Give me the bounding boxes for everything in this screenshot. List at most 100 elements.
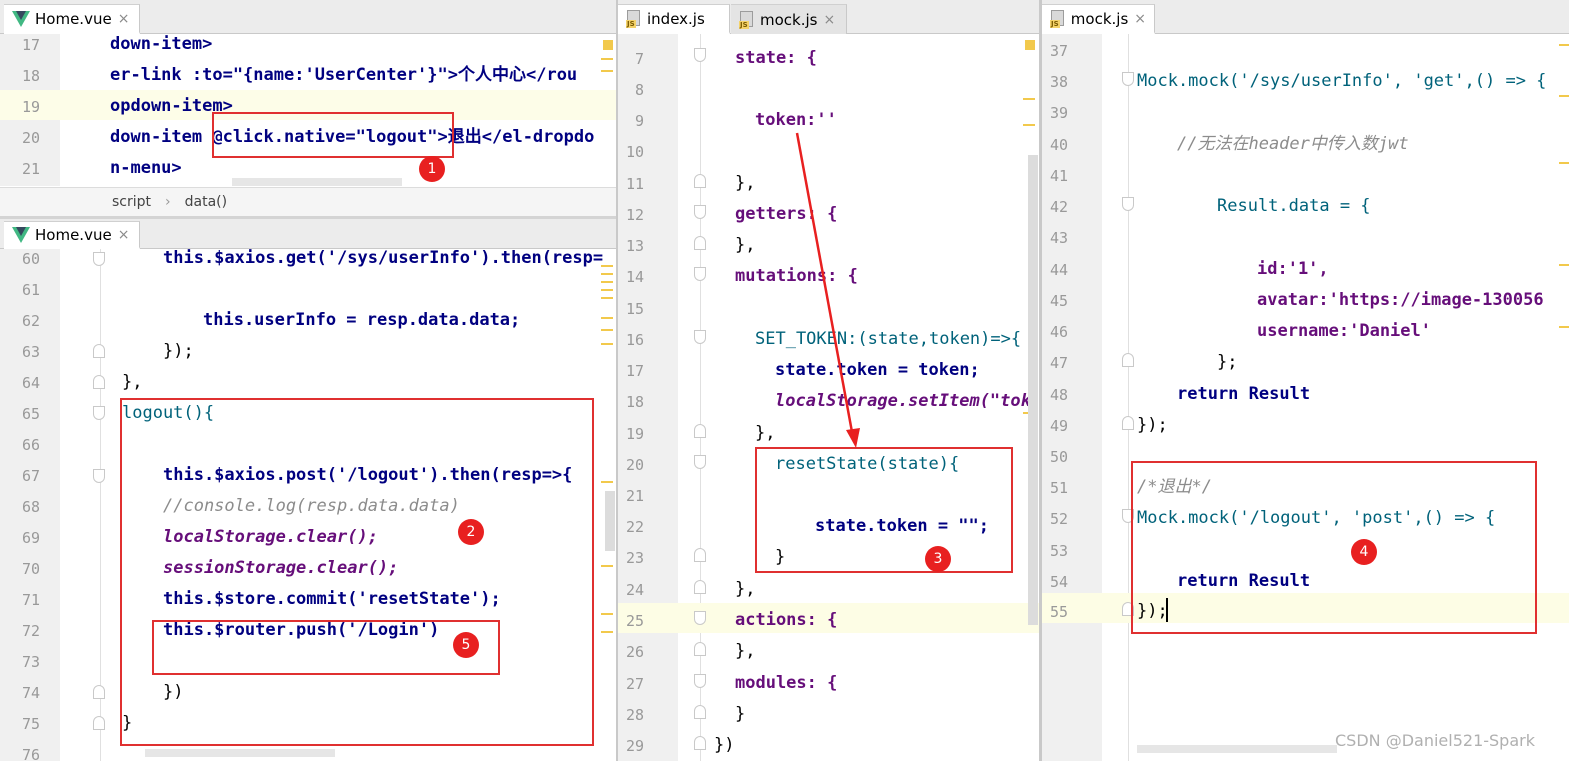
close-icon[interactable]: × bbox=[823, 12, 835, 28]
line-number: 10 bbox=[625, 143, 644, 161]
scroll-marker bbox=[1559, 264, 1569, 266]
line-number: 62 bbox=[21, 312, 40, 330]
fold-toggle-icon[interactable] bbox=[694, 736, 706, 750]
fold-toggle-icon[interactable] bbox=[694, 642, 706, 656]
line-number: 74 bbox=[21, 684, 40, 702]
scroll-marker bbox=[1023, 124, 1035, 126]
tab-bar: Home.vue × bbox=[0, 0, 617, 34]
line-number: 39 bbox=[1049, 104, 1068, 122]
line-number: 64 bbox=[21, 374, 40, 392]
tab-label: Home.vue bbox=[35, 225, 112, 244]
fold-toggle-icon[interactable] bbox=[93, 406, 105, 420]
fold-toggle-icon[interactable] bbox=[93, 252, 105, 266]
fold-toggle-icon[interactable] bbox=[694, 674, 706, 688]
fold-gutter-line bbox=[1128, 34, 1129, 761]
code-line: }) bbox=[714, 735, 735, 755]
horizontal-scrollbar[interactable] bbox=[145, 749, 335, 757]
fold-toggle-icon[interactable] bbox=[694, 455, 706, 469]
code-line: }, bbox=[735, 235, 756, 255]
fold-toggle-icon[interactable] bbox=[694, 424, 706, 438]
scroll-marker bbox=[601, 343, 613, 345]
code-line: }); bbox=[1137, 415, 1168, 435]
close-icon[interactable]: × bbox=[118, 227, 130, 243]
annotation-box-5 bbox=[152, 620, 500, 675]
vertical-scrollbar-thumb[interactable] bbox=[605, 491, 615, 551]
tab-label: index.js bbox=[647, 9, 705, 28]
fold-toggle-icon[interactable] bbox=[1122, 72, 1134, 86]
code-line: }; bbox=[1217, 352, 1238, 372]
line-number: 9 bbox=[634, 112, 644, 130]
fold-toggle-icon[interactable] bbox=[93, 685, 105, 699]
code-line: SET_TOKEN:(state,token)=>{ bbox=[755, 329, 1022, 349]
fold-toggle-icon[interactable] bbox=[1122, 353, 1134, 367]
code-line: }, bbox=[735, 173, 756, 193]
fold-toggle-icon[interactable] bbox=[694, 611, 706, 625]
scroll-marker bbox=[1559, 44, 1569, 46]
line-number: 17 bbox=[21, 36, 40, 54]
fold-toggle-icon[interactable] bbox=[1122, 416, 1134, 430]
code-line: localStorage.setItem("tok bbox=[775, 391, 1031, 411]
code-line: Mock.mock('/sys/userInfo', 'get',() => { bbox=[1137, 71, 1547, 91]
fold-toggle-icon[interactable] bbox=[694, 236, 706, 250]
breadcrumb-item[interactable]: data() bbox=[185, 194, 227, 210]
code-line: } bbox=[735, 704, 746, 724]
js-file-icon: JS bbox=[1050, 9, 1066, 28]
editor-pane-right: JS mock.js × 37 38 39 40 41 42 43 44 45 … bbox=[1042, 0, 1569, 761]
code-line: this.$axios.get('/sys/userInfo').then(re… bbox=[163, 248, 604, 268]
tab-home-vue[interactable]: Home.vue × bbox=[4, 4, 140, 34]
fold-toggle-icon[interactable] bbox=[93, 375, 105, 389]
vue-file-icon bbox=[12, 226, 30, 243]
vertical-scrollbar-thumb[interactable] bbox=[1028, 155, 1038, 625]
line-number: 46 bbox=[1049, 323, 1068, 341]
line-number: 25 bbox=[625, 612, 644, 630]
tab-index-js[interactable]: JS index.js bbox=[618, 4, 730, 34]
fold-toggle-icon[interactable] bbox=[694, 205, 706, 219]
code-line: avatar:'https://image-130056 bbox=[1257, 290, 1544, 310]
line-number: 26 bbox=[625, 643, 644, 661]
close-icon[interactable]: × bbox=[118, 11, 130, 27]
line-number: 61 bbox=[21, 281, 40, 299]
breadcrumb-separator: › bbox=[165, 194, 171, 210]
fold-toggle-icon[interactable] bbox=[93, 344, 105, 358]
horizontal-scrollbar[interactable] bbox=[232, 178, 402, 186]
line-number: 68 bbox=[21, 498, 40, 516]
close-icon[interactable]: × bbox=[1134, 11, 1146, 27]
fold-toggle-icon[interactable] bbox=[93, 469, 105, 483]
fold-toggle-icon[interactable] bbox=[93, 716, 105, 730]
fold-toggle-icon[interactable] bbox=[694, 330, 706, 344]
tab-mock-js[interactable]: JS mock.js × bbox=[731, 4, 847, 34]
code-line: mutations: { bbox=[735, 266, 858, 286]
fold-toggle-icon[interactable] bbox=[694, 174, 706, 188]
line-number: 15 bbox=[625, 300, 644, 318]
code-line: }, bbox=[755, 423, 776, 443]
line-number: 45 bbox=[1049, 292, 1068, 310]
fold-toggle-icon[interactable] bbox=[694, 580, 706, 594]
fold-toggle-icon[interactable] bbox=[694, 48, 706, 62]
code-line: actions: { bbox=[735, 610, 838, 630]
code-line: state: { bbox=[735, 48, 817, 68]
breadcrumb-item[interactable]: script bbox=[112, 194, 151, 210]
code-line: id:'1', bbox=[1257, 259, 1329, 279]
horizontal-scrollbar[interactable] bbox=[1137, 745, 1337, 753]
tab-mock-js[interactable]: JS mock.js × bbox=[1042, 4, 1155, 34]
line-number: 50 bbox=[1049, 448, 1068, 466]
tab-bar: Home.vue × bbox=[0, 219, 617, 249]
fold-toggle-icon[interactable] bbox=[694, 548, 706, 562]
fold-toggle-icon[interactable] bbox=[1122, 197, 1134, 211]
scroll-marker bbox=[601, 265, 613, 267]
fold-toggle-icon[interactable] bbox=[694, 705, 706, 719]
code-line: }); bbox=[163, 341, 194, 361]
scroll-marker bbox=[601, 289, 613, 291]
breadcrumb: script › data() bbox=[0, 187, 617, 217]
line-number: 11 bbox=[625, 175, 644, 193]
annotation-box-4 bbox=[1131, 461, 1537, 634]
line-number: 63 bbox=[21, 343, 40, 361]
line-number: 54 bbox=[1049, 573, 1068, 591]
line-number: 21 bbox=[625, 487, 644, 505]
code-line: }, bbox=[735, 579, 756, 599]
line-number: 66 bbox=[21, 436, 40, 454]
code-line: }, bbox=[122, 372, 143, 392]
annotation-number: 2 bbox=[458, 519, 484, 545]
tab-home-vue[interactable]: Home.vue × bbox=[4, 221, 140, 249]
fold-toggle-icon[interactable] bbox=[694, 267, 706, 281]
